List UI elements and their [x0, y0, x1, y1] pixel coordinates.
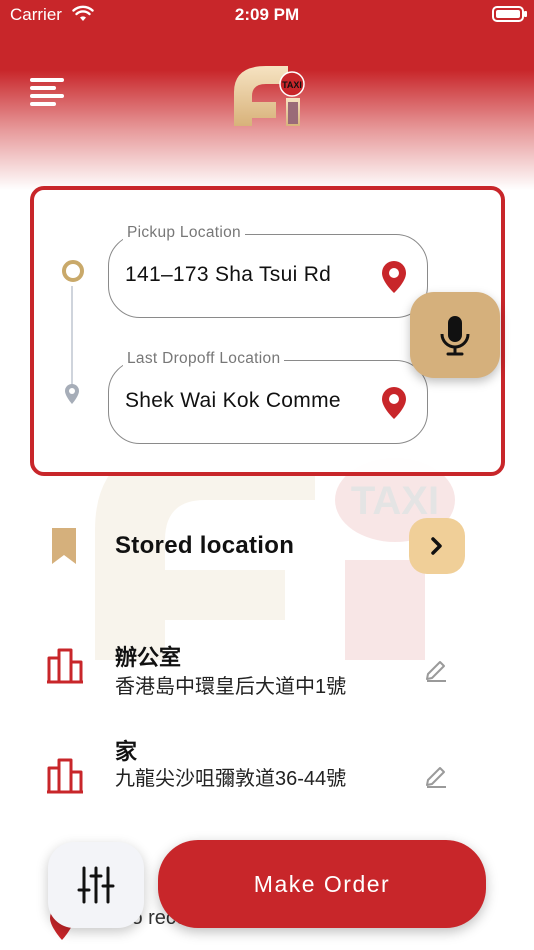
make-order-button[interactable]: Make Order [158, 840, 486, 928]
sliders-icon [77, 866, 115, 904]
building-icon [47, 648, 83, 684]
saved-location-item[interactable]: 辦公室 香港島中環皇后大道中1號 [0, 630, 534, 720]
pickup-route-dot [62, 260, 84, 282]
pickup-location-value[interactable]: 141–173 Sha Tsui Rd [125, 263, 373, 287]
microphone-icon [440, 316, 470, 356]
status-time: 2:09 PM [234, 5, 300, 24]
dropoff-location-field[interactable]: Last Dropoff Location Shek Wai Kok Comme [108, 350, 428, 444]
saved-location-name: 辦公室 [115, 645, 182, 670]
status-bar: Carrier 2:09 PM [0, 0, 534, 30]
pickup-location-field[interactable]: Pickup Location 141–173 Sha Tsui Rd [108, 224, 428, 318]
map-pin-icon[interactable] [379, 386, 409, 420]
saved-location-address: 香港島中環皇后大道中1號 [115, 676, 347, 698]
pickup-location-label: Pickup Location [123, 224, 245, 242]
stored-location-expand-button[interactable] [409, 518, 465, 574]
stored-location-label: Stored location [115, 532, 295, 559]
voice-input-button[interactable] [410, 292, 500, 378]
dropoff-location-label: Last Dropoff Location [123, 350, 285, 368]
saved-location-name: 家 [115, 739, 138, 764]
building-icon [47, 758, 83, 794]
pencil-icon[interactable] [424, 764, 448, 788]
saved-location-address: 九龍尖沙咀彌敦道36-44號 [115, 768, 347, 790]
pencil-icon[interactable] [424, 658, 448, 682]
route-connector-line [71, 286, 73, 386]
filter-settings-button[interactable] [48, 842, 144, 928]
bookmark-icon [52, 528, 76, 564]
app-logo: TAXI [234, 66, 305, 126]
menu-icon[interactable] [30, 76, 66, 108]
dropoff-location-value[interactable]: Shek Wai Kok Comme [125, 389, 373, 413]
map-pin-icon[interactable] [379, 260, 409, 294]
battery-icon [492, 6, 527, 22]
logo-badge-text: TAXI [282, 80, 302, 90]
saved-location-item[interactable]: 家 九龍尖沙咀彌敦道36-44號 [0, 724, 534, 834]
chevron-right-icon [431, 537, 442, 555]
stored-location-row[interactable]: Stored location [0, 510, 534, 580]
dropoff-route-pin-icon [65, 384, 79, 404]
